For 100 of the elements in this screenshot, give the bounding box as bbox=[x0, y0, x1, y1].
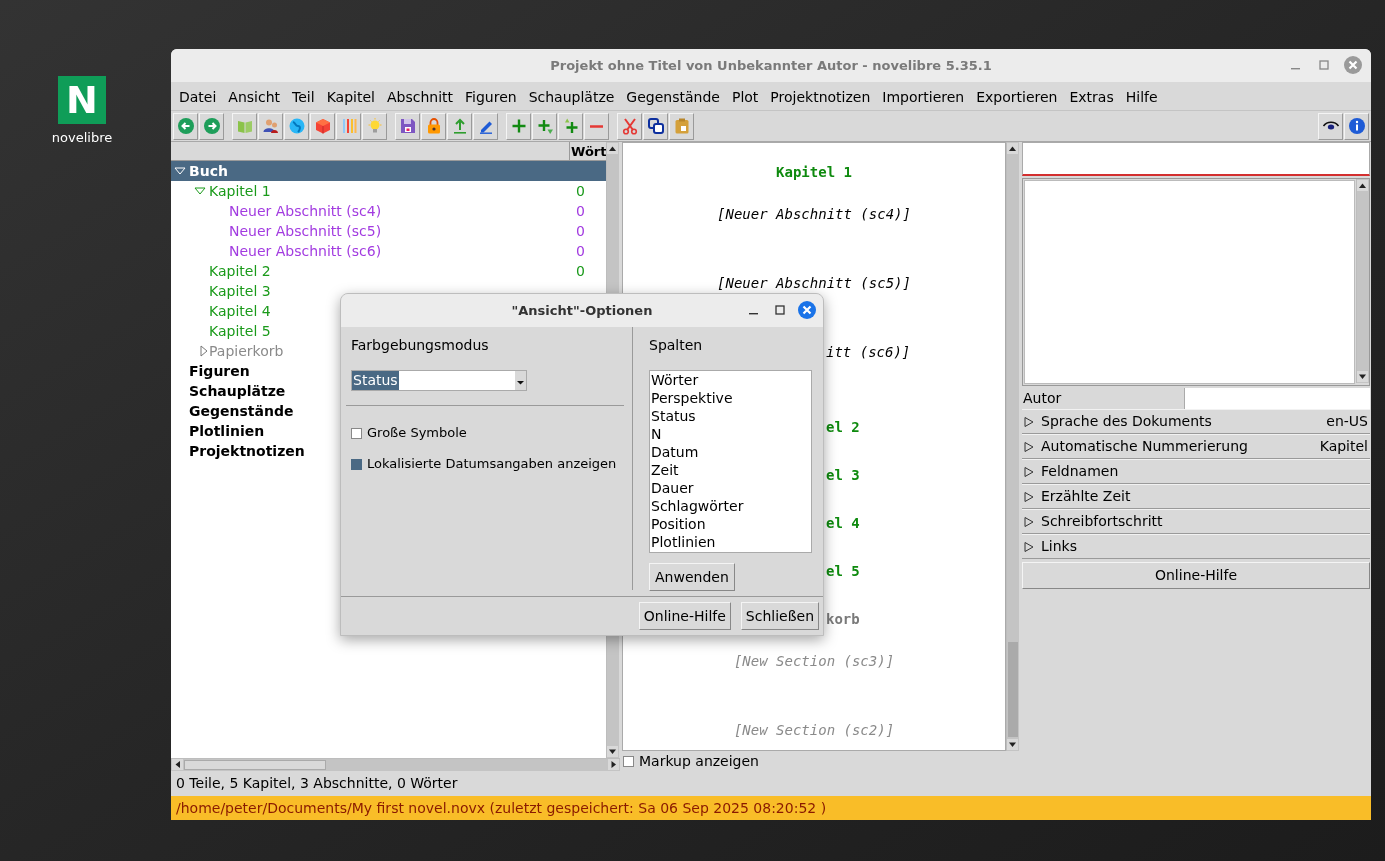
collapsible-section[interactable]: Feldnamen bbox=[1022, 459, 1370, 484]
copy-button[interactable] bbox=[643, 112, 668, 140]
online-help-button[interactable]: Online-Hilfe bbox=[638, 602, 731, 630]
app-logo[interactable]: N bbox=[58, 76, 106, 124]
scrollbar[interactable] bbox=[1356, 179, 1369, 383]
close-icon[interactable] bbox=[1343, 55, 1363, 75]
tree-item[interactable]: Kapitel 5 bbox=[209, 320, 271, 342]
scroll-up-icon[interactable] bbox=[1007, 143, 1018, 154]
color-mode-dropdown[interactable]: Status bbox=[351, 370, 527, 391]
scroll-right-icon[interactable] bbox=[608, 759, 619, 770]
menu-item[interactable]: Exportieren bbox=[970, 84, 1064, 110]
menu-item[interactable]: Kapitel bbox=[320, 84, 381, 110]
info-icon bbox=[1347, 117, 1366, 135]
menu-item[interactable]: Datei bbox=[173, 84, 223, 110]
plus-button[interactable] bbox=[506, 112, 531, 140]
description-field[interactable] bbox=[1024, 180, 1355, 384]
collapsible-section[interactable]: Links bbox=[1022, 534, 1370, 559]
expanded-arrow-icon[interactable] bbox=[194, 186, 206, 196]
scrollbar-thumb[interactable] bbox=[1008, 642, 1018, 737]
scrollbar-thumb[interactable] bbox=[184, 760, 326, 770]
expand-arrow-icon bbox=[1023, 515, 1035, 528]
menu-item[interactable]: Importieren bbox=[876, 84, 971, 110]
tree-item[interactable]: Schauplätze bbox=[189, 380, 286, 402]
clipboard-button[interactable] bbox=[669, 112, 694, 140]
tree-item[interactable]: Gegenstände bbox=[189, 400, 294, 422]
tree-item[interactable]: Kapitel 3 bbox=[209, 280, 271, 302]
scroll-down-icon[interactable] bbox=[607, 746, 618, 757]
eye-button[interactable] bbox=[1318, 112, 1343, 140]
collapsible-section[interactable]: Automatische Nummerierung Kapitel bbox=[1022, 434, 1370, 459]
tree-item[interactable]: Projektnotizen bbox=[189, 440, 305, 462]
list-item[interactable]: Dauer bbox=[650, 479, 811, 497]
menu-item[interactable]: Figuren bbox=[459, 84, 523, 110]
checkbox[interactable] bbox=[623, 755, 634, 767]
floppy-disk-button[interactable] bbox=[395, 112, 420, 140]
title-field[interactable] bbox=[1022, 142, 1370, 176]
scroll-up-icon[interactable] bbox=[1357, 180, 1368, 191]
menu-item[interactable]: Schauplätze bbox=[522, 84, 621, 110]
list-item[interactable]: Perspektive bbox=[650, 389, 811, 407]
columns-listbox[interactable]: Wörter Perspektive Status N Datum Zeit Dauer Schlagwörter Position Plotlinien bbox=[649, 370, 812, 553]
scrollbar[interactable] bbox=[1006, 142, 1019, 751]
tree-item[interactable]: Figuren bbox=[189, 360, 250, 382]
list-item[interactable]: Zeit bbox=[650, 461, 811, 479]
list-item[interactable]: Datum bbox=[650, 443, 811, 461]
tree-item[interactable]: Neuer Abschnitt (sc4) bbox=[229, 200, 382, 222]
forward-arrow-button[interactable] bbox=[199, 112, 224, 140]
globe-button[interactable] bbox=[284, 112, 309, 140]
tree-item[interactable]: Buch bbox=[189, 160, 228, 182]
scroll-down-icon[interactable] bbox=[1007, 739, 1018, 750]
tree-item[interactable]: Kapitel 4 bbox=[209, 300, 271, 322]
menu-item[interactable]: Abschnitt bbox=[380, 84, 459, 110]
collapsible-section[interactable]: Schreibfortschritt bbox=[1022, 509, 1370, 534]
close-icon[interactable] bbox=[797, 300, 817, 320]
close-button[interactable]: Schließen bbox=[740, 602, 819, 630]
plus-leaf-button[interactable] bbox=[532, 112, 557, 140]
tree-item[interactable]: Neuer Abschnitt (sc5) bbox=[229, 220, 382, 242]
back-arrow-button[interactable] bbox=[173, 112, 198, 140]
word-count: 0 bbox=[576, 201, 585, 221]
scroll-left-icon[interactable] bbox=[172, 759, 183, 770]
menu-item[interactable]: Hilfe bbox=[1119, 84, 1164, 110]
tree-item[interactable]: Plotlinien bbox=[189, 420, 265, 442]
author-field[interactable] bbox=[1184, 388, 1370, 409]
menu-item[interactable]: Ansicht bbox=[222, 84, 287, 110]
people-button[interactable] bbox=[258, 112, 283, 140]
collapsible-section[interactable]: Erzählte Zeit bbox=[1022, 484, 1370, 509]
tree-item[interactable]: Kapitel 1 bbox=[209, 180, 271, 202]
tree-item[interactable]: Neuer Abschnitt (sc6) bbox=[229, 240, 382, 262]
list-item[interactable]: Schlagwörter bbox=[650, 497, 811, 515]
tree-item[interactable]: Kapitel 2 bbox=[209, 260, 271, 282]
selected-row-highlight[interactable]: Buch bbox=[171, 161, 606, 181]
scroll-down-icon[interactable] bbox=[1357, 371, 1368, 382]
pen-button[interactable] bbox=[473, 112, 498, 140]
list-item[interactable]: Wörter bbox=[650, 371, 811, 389]
checkbox[interactable] bbox=[351, 427, 362, 439]
info-button[interactable] bbox=[1344, 112, 1369, 140]
menu-item[interactable]: Extras bbox=[1063, 84, 1120, 110]
list-item[interactable]: Status bbox=[650, 407, 811, 425]
light-bulb-button[interactable] bbox=[362, 112, 387, 140]
plus-triangle-button[interactable] bbox=[558, 112, 583, 140]
menu-item[interactable]: Teil bbox=[286, 84, 321, 110]
collapsed-arrow-icon[interactable] bbox=[199, 345, 209, 357]
tree-item[interactable]: Papierkorb bbox=[209, 340, 284, 362]
upload-arrow-button[interactable] bbox=[447, 112, 472, 140]
menu-item[interactable]: Gegenstände bbox=[620, 84, 726, 110]
list-item[interactable]: N bbox=[650, 425, 811, 443]
desktop-icon-label[interactable]: novelibre bbox=[51, 128, 113, 148]
cube-button[interactable] bbox=[310, 112, 335, 140]
checkbox[interactable] bbox=[351, 458, 362, 470]
scroll-up-icon[interactable] bbox=[607, 143, 618, 154]
apply-button[interactable]: Anwenden bbox=[649, 563, 735, 591]
collapsible-section[interactable]: Sprache des Dokuments en-US bbox=[1022, 409, 1370, 434]
horizontal-scrollbar[interactable] bbox=[171, 758, 620, 771]
list-item[interactable]: Position bbox=[650, 515, 811, 533]
list-item[interactable]: Plotlinien bbox=[650, 533, 811, 551]
chapter-heading: el 3 bbox=[826, 466, 860, 484]
online-help-button[interactable]: Online-Hilfe bbox=[1022, 562, 1370, 589]
menu-item[interactable]: Plot bbox=[725, 84, 765, 110]
padlock-button[interactable] bbox=[421, 112, 446, 140]
columns-button[interactable] bbox=[336, 112, 361, 140]
menu-item[interactable]: Projektnotizen bbox=[764, 84, 877, 110]
scissors-button[interactable] bbox=[617, 112, 642, 140]
